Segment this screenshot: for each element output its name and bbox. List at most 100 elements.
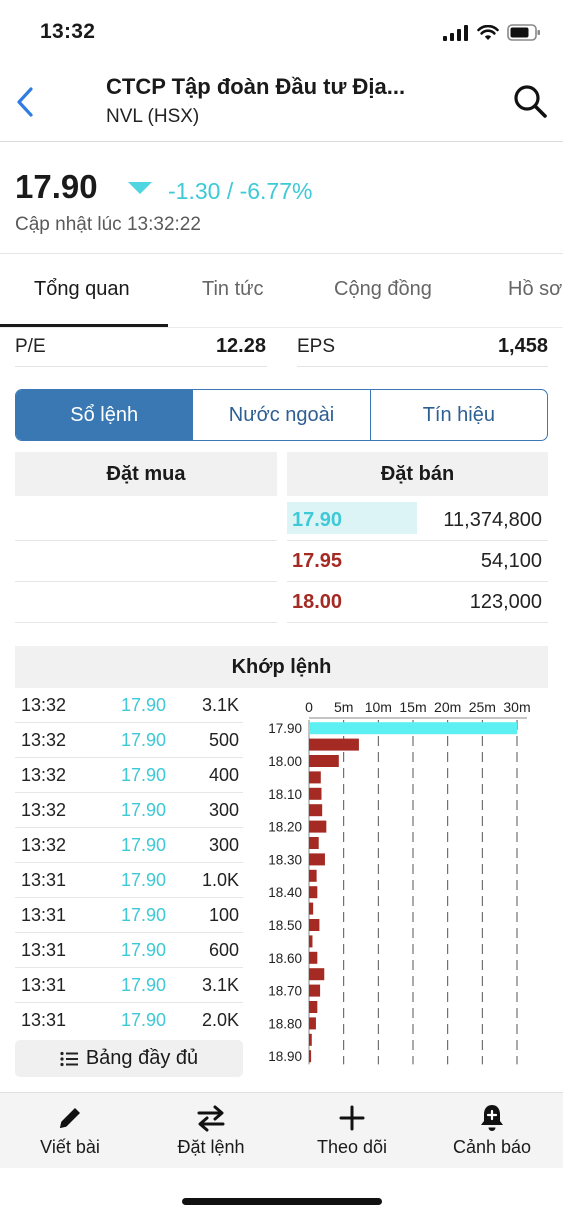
nav-label: Theo dõi [316,1137,388,1157]
app-header: CTCP Tập đoàn Đầu tư Địa... NVL (HSX) [0,62,563,142]
status-bar: 13:32 [0,0,563,62]
sell-header: Đặt bán [287,452,548,496]
sell-volume: 123,000 [469,591,542,613]
x-tick-label: 5m [334,699,353,715]
volume-bar [309,869,317,882]
search-button[interactable] [509,80,551,122]
match-price: 17.90 [121,695,167,715]
volume-bar [309,951,318,964]
volume-bar [309,1001,318,1013]
sell-price: 17.90 [292,509,343,531]
volume-bar [309,935,313,948]
matched-row: 13:32 17.90 300 [15,793,243,828]
orderbook-segment: Sổ lệnh Nước ngoài Tín hiệu [15,389,548,441]
volume-bar [309,968,325,981]
volume-bar [309,837,319,849]
match-price: 17.90 [121,940,167,960]
pencil-icon [60,1108,80,1128]
nav-label: Cảnh báo [452,1137,532,1157]
match-time: 13:31 [21,1010,67,1030]
match-time: 13:32 [21,800,67,820]
price-change: -1.30 / -6.77% [168,178,313,204]
x-tick-label: 25m [469,699,496,715]
nav-label: Đặt lệnh [177,1137,245,1157]
volume-bar [309,1017,316,1030]
matched-row: 13:32 17.90 3.1K [15,688,243,723]
tab-overview[interactable]: Tổng quan [34,278,130,301]
tab-profile[interactable]: Hồ sơ [508,278,562,301]
status-icons [443,24,541,41]
match-time: 13:31 [21,940,67,960]
match-volume: 600 [208,940,239,960]
x-tick-label: 0 [305,699,313,715]
full-table-label: Bảng đầy đủ [85,1047,199,1069]
y-tick-label: 17.90 [268,721,302,736]
down-triangle-icon [128,182,152,194]
match-time: 13:31 [21,975,67,995]
matched-row: 13:32 17.90 400 [15,758,243,793]
match-price: 17.90 [121,905,167,925]
swap-arrows-icon [197,1105,225,1132]
sell-row: 17.90 11,374,800 [287,500,548,541]
match-time: 13:32 [21,765,67,785]
volume-bar [309,1033,312,1046]
volume-bar [309,755,339,767]
volume-by-price-chart: 0 5m 10m 15m 20m 25m 30m 17.90 18.00 18.10 18.20 18… [268,699,531,1065]
tab-community[interactable]: Cộng đồng [334,278,432,301]
y-tick-label: 18.90 [268,1049,302,1064]
active-tab-indicator [0,324,168,327]
full-table-button[interactable]: Bảng đầy đủ [15,1040,243,1077]
eps-label: EPS [297,336,336,357]
match-volume: 1.0K [201,870,239,890]
divider [297,366,548,367]
buy-row [15,500,277,541]
match-volume: 400 [208,765,239,785]
x-tick-label: 15m [399,699,426,715]
volume-bar [309,787,322,800]
buy-row [15,582,277,623]
update-time: Cập nhật lúc 13:32:22 [15,214,201,235]
pe-value: 12.28 [215,335,266,357]
y-tick-label: 18.50 [268,918,302,933]
stock-name: CTCP Tập đoàn Đầu tư Địa... [106,74,406,99]
volume-bar [309,722,517,735]
matched-row: 13:31 17.90 600 [15,933,243,968]
nav-write-post[interactable]: Viết bài [5,1103,135,1158]
wifi-icon [477,24,499,40]
search-icon [514,85,547,118]
sell-row: 17.95 54,100 [287,541,548,582]
match-price: 17.90 [121,835,167,855]
tab-news[interactable]: Tin tức [202,278,264,301]
nav-label: Viết bài [40,1137,100,1157]
sell-price: 17.95 [292,550,343,572]
segment-order-book[interactable]: Sổ lệnh [16,390,193,440]
sell-volume: 54,100 [480,550,542,572]
volume-bar [309,804,323,817]
y-tick-label: 18.10 [268,787,302,802]
match-price: 17.90 [121,975,167,995]
volume-bar [309,771,321,784]
match-time: 13:32 [21,730,67,750]
eps-value: 1,458 [497,335,548,357]
volume-bar [309,886,318,899]
matched-row: 13:31 17.90 100 [15,898,243,933]
nav-watch[interactable]: Theo dõi [287,1103,417,1158]
sell-price: 18.00 [292,591,343,613]
matched-row: 13:32 17.90 500 [15,723,243,758]
match-volume: 2.0K [201,1010,239,1030]
segment-signals[interactable]: Tín hiệu [369,390,547,440]
match-time: 13:32 [21,835,67,855]
stock-ticker: NVL (HSX) [106,106,200,127]
volume-bar [309,902,314,915]
x-tick-label: 10m [365,699,392,715]
back-button[interactable] [8,80,42,124]
nav-place-order[interactable]: Đặt lệnh [146,1103,276,1158]
volume-bar [309,919,320,931]
match-price: 17.90 [121,1010,167,1030]
match-volume: 3.1K [201,975,239,995]
segment-foreign[interactable]: Nước ngoài [192,390,369,440]
signal-icon [443,24,468,41]
sell-volume: 11,374,800 [443,509,542,531]
nav-alert[interactable]: Cảnh báo [427,1103,557,1158]
price-block: 17.90 -1.30 / -6.77% Cập nhật lúc 13:32:… [0,142,563,254]
